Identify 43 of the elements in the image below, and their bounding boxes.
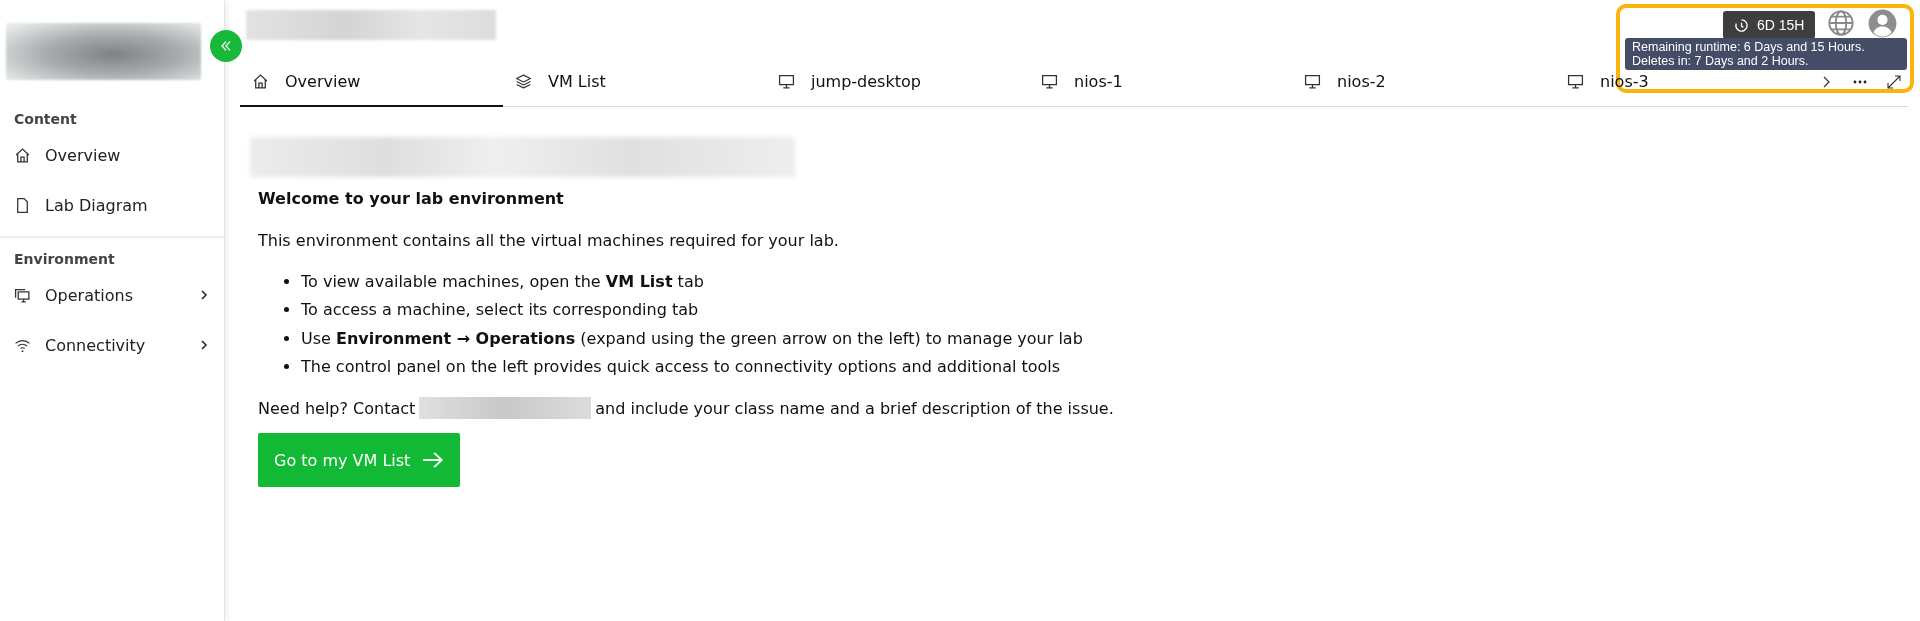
globe-icon[interactable]: [1827, 9, 1855, 37]
tooltip: Remaining runtime: 6 Days and 15 Hours. Deletes in: 7 Days and 2 Hours.: [1625, 38, 1907, 70]
bullet-text: To view available machines, open the VM List tab: [301, 271, 704, 291]
collapse-button[interactable]: [210, 30, 242, 62]
home-icon: [14, 146, 31, 164]
sidebar-item[interactable]: Connectivity: [0, 320, 224, 370]
bullet-text: To access a machine, select its corresponding tab: [301, 300, 699, 320]
monitor-icon: [1041, 73, 1058, 90]
sidebar-item[interactable]: Lab Diagram: [0, 180, 224, 230]
monitor-icon: [1304, 73, 1321, 90]
section-title: Content: [13, 110, 78, 129]
monitor-icon: [778, 73, 795, 90]
expand-icon[interactable]: [1886, 74, 1902, 90]
screens-icon: [14, 286, 31, 304]
arrow-right-icon: [422, 451, 445, 469]
runtime-badge[interactable]: 6D 15H: [1723, 11, 1816, 39]
double-chevron-icon: [219, 39, 233, 53]
tab[interactable]: jump-desktop: [766, 58, 1029, 107]
help-text: and include your class name and a brief description of the issue.: [595, 398, 1114, 418]
sidebar-item[interactable]: Overview: [0, 130, 224, 180]
document-icon: [14, 196, 31, 214]
chevron-icon: [198, 339, 210, 351]
section-title: Environment: [13, 250, 116, 269]
welcome-heading: Welcome to your lab environment: [258, 189, 565, 208]
tab[interactable]: nios-2: [1292, 58, 1555, 107]
tab[interactable]: Overview: [240, 58, 503, 107]
tab[interactable]: nios-1: [1029, 58, 1292, 107]
monitor-icon: [1567, 73, 1584, 90]
layers-icon: [515, 73, 532, 90]
bullet-icon: [284, 335, 289, 341]
avatar-icon[interactable]: [1868, 9, 1897, 38]
bullet-text: Use Environment → Operations (expand using the green arrow on the left) to manage your lab: [301, 328, 1083, 348]
chevron-icon: [198, 289, 210, 301]
help-text: Need help? Contact: [258, 398, 416, 418]
home-icon: [252, 73, 269, 90]
intro-text: This environment contains all the virtual machines required for your lab.: [258, 231, 840, 250]
timer-icon: [1734, 17, 1749, 33]
bullet-text: The control panel on the left provides quick access to connectivity options and additional tools: [301, 357, 1061, 377]
bullet-icon: [284, 307, 289, 313]
bullet-icon: [284, 278, 289, 284]
sidebar-item[interactable]: Operations: [0, 270, 224, 320]
tab[interactable]: VM List: [503, 58, 766, 107]
bullet-icon: [284, 364, 289, 370]
